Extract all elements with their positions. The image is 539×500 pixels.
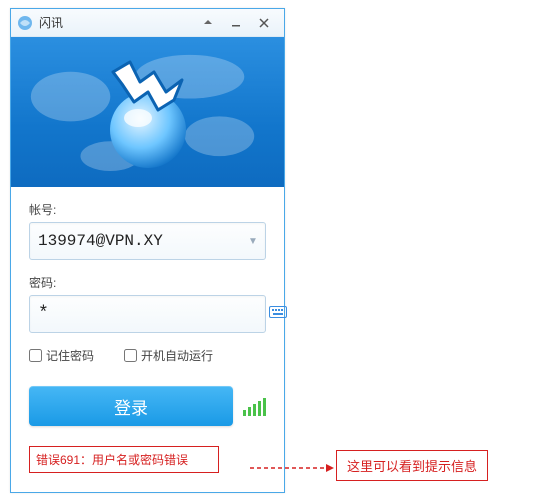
app-window: 闪讯 [10,8,285,493]
app-icon [17,15,33,31]
window-controls [194,13,278,33]
keyboard-icon[interactable] [269,305,287,323]
remember-label: 记住密码 [46,347,94,364]
password-field-wrap[interactable] [29,295,266,333]
header-banner [11,37,284,187]
app-title: 闪讯 [39,14,194,31]
titlebar: 闪讯 [11,9,284,37]
account-field-wrap[interactable]: ▼ [29,222,266,260]
autostart-label: 开机自动运行 [141,347,213,364]
password-input[interactable] [38,304,269,324]
error-message: 错误691：用户名或密码错误 [29,446,219,473]
remember-password-checkbox[interactable]: 记住密码 [29,347,94,364]
chevron-down-icon[interactable]: ▼ [248,236,258,247]
options-row: 记住密码 开机自动运行 [29,347,266,364]
signal-icon [243,396,266,416]
minimize-button[interactable] [222,13,250,33]
settings-button[interactable] [194,13,222,33]
login-form: 帐号: ▼ 密码: 记住密码 开机自 [11,187,284,483]
autostart-checkbox-input[interactable] [124,349,137,362]
password-label: 密码: [29,274,266,291]
remember-checkbox-input[interactable] [29,349,42,362]
account-label: 帐号: [29,201,266,218]
account-input[interactable] [38,232,248,250]
app-logo [88,52,208,172]
login-button[interactable]: 登录 [29,386,233,426]
close-button[interactable] [250,13,278,33]
autostart-checkbox[interactable]: 开机自动运行 [124,347,213,364]
login-row: 登录 [29,386,266,426]
annotation-callout: 这里可以看到提示信息 [336,450,488,481]
